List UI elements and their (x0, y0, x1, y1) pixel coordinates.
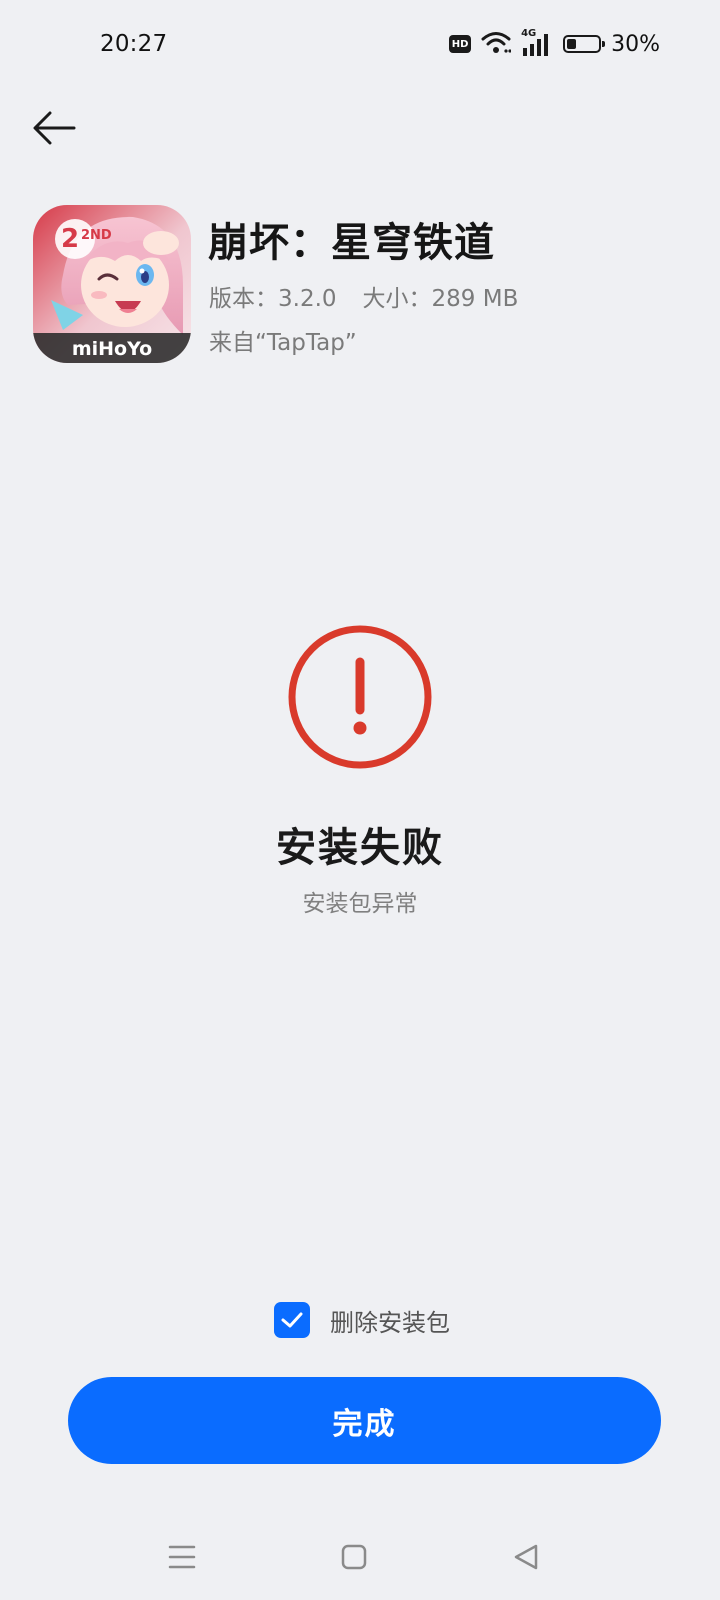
back-triangle-icon (514, 1544, 538, 1570)
nav-back-button[interactable] (504, 1537, 548, 1577)
delete-package-label: 删除安装包 (330, 1308, 450, 1337)
exclamation-circle-icon (287, 624, 433, 770)
app-version: 版本：3.2.0 (209, 286, 337, 312)
app-size: 大小：289 MB (362, 286, 519, 312)
battery-level-fill (567, 39, 577, 49)
status-icons: HD 4G 30% (449, 28, 660, 58)
menu-icon (168, 1545, 196, 1569)
battery-icon (563, 35, 606, 53)
app-icon: 2 2ND miHoYo (33, 205, 191, 363)
battery-percent: 30% (611, 31, 660, 57)
nav-menu-button[interactable] (160, 1537, 204, 1577)
hd-icon: HD (449, 35, 472, 53)
back-button[interactable] (26, 100, 82, 156)
checkmark-icon (281, 1312, 303, 1328)
svg-text:miHoYo: miHoYo (72, 338, 152, 360)
delete-package-option[interactable]: 删除安装包 (274, 1302, 450, 1338)
app-name: 崩坏：星穹铁道 (208, 220, 495, 266)
app-meta: 版本：3.2.0 大小：289 MB (209, 279, 518, 313)
done-button[interactable]: 完成 (68, 1377, 661, 1464)
wifi-icon (481, 30, 512, 58)
nav-home-button[interactable] (332, 1537, 376, 1577)
delete-package-checkbox[interactable] (274, 1302, 310, 1338)
home-square-icon (341, 1544, 367, 1570)
svg-text:2: 2 (61, 224, 79, 254)
status-time: 20:27 (100, 31, 168, 57)
cellular-signal-icon: 4G (521, 28, 553, 56)
install-failed-title: 安装失败 (276, 825, 444, 871)
install-failed-reason: 安装包异常 (302, 891, 418, 917)
arrow-left-icon (33, 111, 76, 145)
app-source: 来自“TapTap” (209, 330, 357, 356)
svg-text:2ND: 2ND (81, 228, 112, 243)
